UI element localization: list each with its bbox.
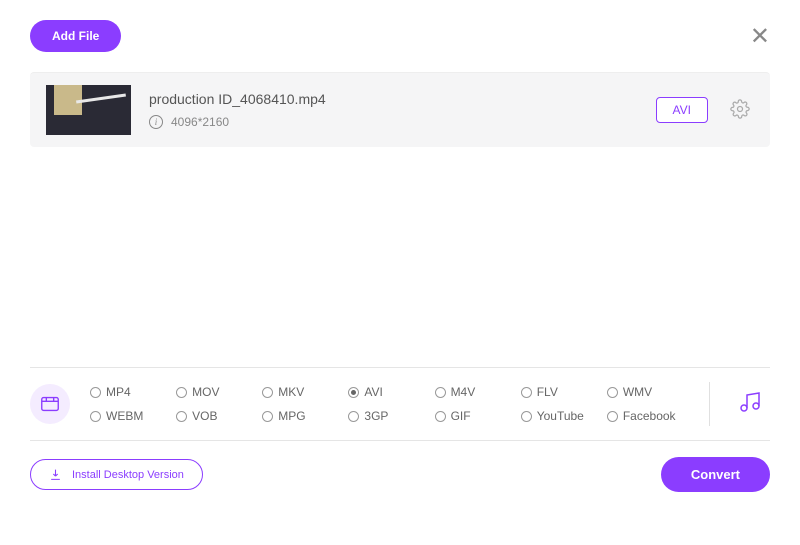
file-name: production ID_4068410.mp4 [149, 91, 638, 107]
format-option-wmv[interactable]: WMV [607, 385, 689, 399]
format-label: Facebook [623, 409, 676, 423]
format-label: GIF [451, 409, 471, 423]
format-option-m4v[interactable]: M4V [435, 385, 517, 399]
format-label: AVI [364, 385, 382, 399]
format-option-3gp[interactable]: 3GP [348, 409, 430, 423]
info-icon[interactable]: i [149, 115, 163, 129]
format-option-youtube[interactable]: YouTube [521, 409, 603, 423]
download-icon [49, 468, 62, 481]
format-option-facebook[interactable]: Facebook [607, 409, 689, 423]
format-label: M4V [451, 385, 476, 399]
radio-icon [607, 411, 618, 422]
radio-icon [521, 387, 532, 398]
convert-button[interactable]: Convert [661, 457, 770, 492]
gear-icon [730, 99, 750, 119]
close-icon: ✕ [750, 23, 770, 50]
format-label: WEBM [106, 409, 143, 423]
radio-icon [348, 387, 359, 398]
radio-icon [176, 411, 187, 422]
file-item: production ID_4068410.mp4 i 4096*2160 AV… [30, 72, 770, 147]
add-file-button[interactable]: Add File [30, 20, 121, 52]
radio-icon [90, 411, 101, 422]
settings-button[interactable] [726, 95, 754, 126]
close-button[interactable]: ✕ [750, 22, 770, 51]
radio-icon [90, 387, 101, 398]
format-label: FLV [537, 385, 558, 399]
radio-icon [262, 387, 273, 398]
format-option-mpg[interactable]: MPG [262, 409, 344, 423]
file-thumbnail [46, 85, 131, 135]
format-option-mkv[interactable]: MKV [262, 385, 344, 399]
format-label: MOV [192, 385, 219, 399]
format-label: WMV [623, 385, 652, 399]
format-option-webm[interactable]: WEBM [90, 409, 172, 423]
video-category-icon[interactable] [30, 384, 70, 424]
format-option-vob[interactable]: VOB [176, 409, 258, 423]
format-selector: MP4 MOV MKV AVI M4V FLV WMV WEBM VOB MPG 3GP GIF You… [30, 367, 770, 441]
format-option-mp4[interactable]: MP4 [90, 385, 172, 399]
format-option-avi[interactable]: AVI [348, 385, 430, 399]
install-desktop-label: Install Desktop Version [72, 469, 184, 481]
radio-icon [348, 411, 359, 422]
format-label: MKV [278, 385, 304, 399]
audio-category-icon[interactable] [730, 390, 770, 419]
radio-icon [435, 387, 446, 398]
format-label: MPG [278, 409, 305, 423]
format-option-flv[interactable]: FLV [521, 385, 603, 399]
format-option-gif[interactable]: GIF [435, 409, 517, 423]
radio-icon [521, 411, 532, 422]
radio-icon [435, 411, 446, 422]
format-label: YouTube [537, 409, 584, 423]
format-label: 3GP [364, 409, 388, 423]
format-label: MP4 [106, 385, 131, 399]
install-desktop-button[interactable]: Install Desktop Version [30, 459, 203, 490]
format-label: VOB [192, 409, 217, 423]
radio-icon [176, 387, 187, 398]
divider [709, 382, 710, 426]
target-format-badge[interactable]: AVI [656, 97, 708, 123]
file-resolution: 4096*2160 [171, 115, 229, 129]
radio-icon [262, 411, 273, 422]
radio-icon [607, 387, 618, 398]
format-option-mov[interactable]: MOV [176, 385, 258, 399]
